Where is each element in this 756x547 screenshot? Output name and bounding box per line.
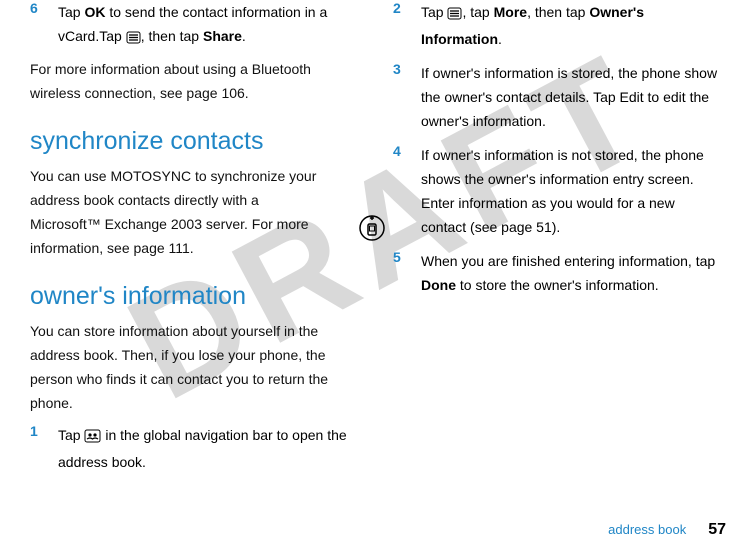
ui-label-share: Share [203,28,242,44]
heading-owner: owner's information [30,282,358,311]
text: Tap [58,427,84,443]
step-text: If owner's information is not stored, th… [421,143,721,239]
sync-paragraph: You can use MOTOSYNC to synchronize your… [30,164,358,260]
text: , then tap [141,28,203,44]
text: Tap [58,4,84,20]
heading-synchronize: synchronize contacts [30,127,358,156]
step-number: 2 [393,0,421,51]
owner-paragraph: You can store information about yourself… [30,319,358,415]
bluetooth-note: For more information about using a Bluet… [30,57,358,105]
step-1: 1 Tap in the global navigation bar to op… [30,423,358,474]
step-text: Tap OK to send the contact information i… [58,0,358,51]
step-4: 4 If owner's information is not stored, … [393,143,721,239]
page-footer: address book 57 [608,521,726,539]
menu-icon [126,27,141,51]
step-text: Tap in the global navigation bar to open… [58,423,358,474]
step-text: When you are finished entering informati… [421,249,721,297]
right-column: 2 Tap , tap More, then tap Owner's Infor… [378,0,726,510]
step-number: 3 [393,61,421,133]
step-number: 5 [393,249,421,297]
ui-label-done: Done [421,277,456,293]
footer-section-label: address book [608,522,686,537]
step-2: 2 Tap , tap More, then tap Owner's Infor… [393,0,721,51]
step-3: 3 If owner's information is stored, the … [393,61,721,133]
step-6: 6 Tap OK to send the contact information… [30,0,358,51]
step-text: If owner's information is stored, the ph… [421,61,721,133]
text: , then tap [527,4,589,20]
step-5: 5 When you are finished entering informa… [393,249,721,297]
page-content: 6 Tap OK to send the contact information… [0,0,756,510]
text: . [498,31,502,47]
step-text: Tap , tap More, then tap Owner's Informa… [421,0,721,51]
text: to store the owner's information. [456,277,659,293]
sim-sync-icon [358,214,386,247]
ui-label-more: More [494,4,527,20]
text: . [242,28,246,44]
step-number: 6 [30,0,58,51]
text: When you are finished entering informati… [421,253,715,269]
left-column: 6 Tap OK to send the contact information… [30,0,378,510]
menu-icon [447,3,462,27]
text: , tap [462,4,493,20]
contacts-icon [84,426,101,450]
footer-page-number: 57 [708,521,726,538]
step-number: 4 [393,143,421,239]
text: Tap [421,4,447,20]
ui-label-ok: OK [84,4,105,20]
step-number: 1 [30,423,58,474]
